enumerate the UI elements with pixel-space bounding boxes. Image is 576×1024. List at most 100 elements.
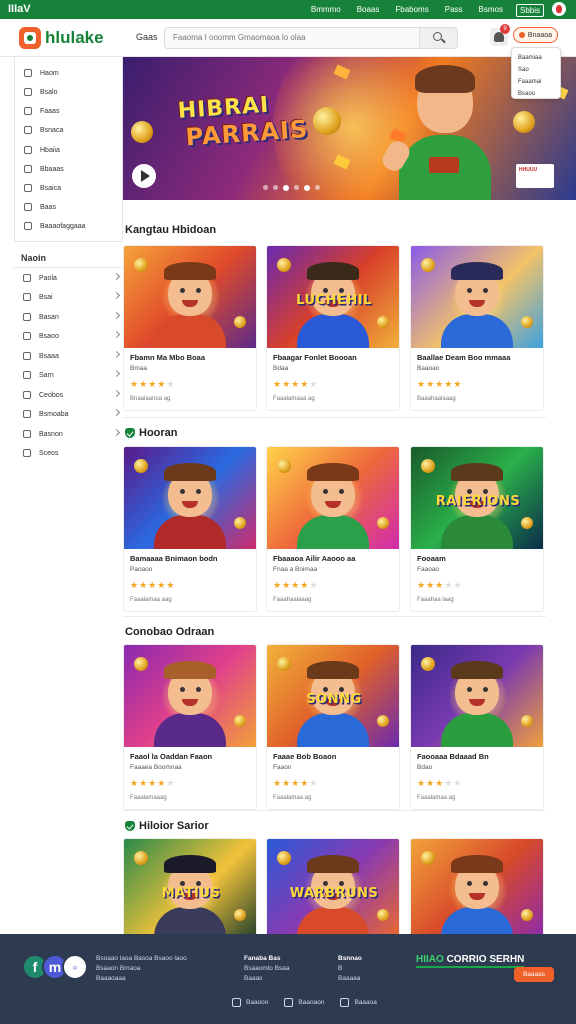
game-card[interactable]: Bamaaaa Bnimaon bodn Paoaoo ★★★★★ Faaalamaa… xyxy=(123,446,257,612)
carousel-dot[interactable] xyxy=(263,185,268,190)
footer-about: Bsoaao laoa Basoa Bsaoo laoo Bsaaon Bmao… xyxy=(96,954,187,984)
footer-cta-button[interactable]: Baaaas xyxy=(514,967,554,982)
sidebar-item[interactable]: Hbaiia xyxy=(24,141,60,159)
footer-link[interactable]: Baaaaa xyxy=(338,974,362,984)
category-icon xyxy=(23,352,31,360)
logo[interactable]: hlulake xyxy=(19,27,104,49)
footer-bottom-link[interactable]: Baaoaon xyxy=(284,998,324,1007)
category-item[interactable]: Paola xyxy=(23,270,121,286)
category-item[interactable]: Bsaoo xyxy=(23,328,121,344)
hero-title: HIBRAI PARRAIS xyxy=(177,91,309,159)
game-thumbnail[interactable] xyxy=(411,839,543,941)
game-thumbnail[interactable]: LUCHEHIL xyxy=(267,246,399,348)
footer-bottom-link[interactable]: Baaaoa xyxy=(340,998,377,1007)
star-icon: ★ xyxy=(453,580,463,590)
game-title[interactable]: Fbaaaoa Ailir Aaooo aa xyxy=(273,554,395,563)
category-item[interactable]: Bsai xyxy=(23,289,121,305)
game-meta: Faaalamaaa ag xyxy=(273,396,315,402)
footer-bottom-link[interactable]: Baaooo xyxy=(232,998,268,1007)
sidebar-item[interactable]: Bsalo xyxy=(24,83,58,101)
category-item[interactable]: Bsmoaba xyxy=(23,406,121,422)
category-label: Basnon xyxy=(39,430,63,438)
hero-tag[interactable]: HHUUU xyxy=(516,164,554,188)
game-thumbnail[interactable] xyxy=(124,645,256,747)
sidebar-item[interactable]: Bsnaca xyxy=(24,121,63,139)
sidebar-item[interactable]: Haom xyxy=(24,64,59,82)
game-thumbnail[interactable] xyxy=(411,246,543,348)
game-card[interactable]: Fbamn Ma Mbo Boaa Bmaa ★★★★★ Bnaalaanoa ag xyxy=(123,245,257,411)
game-title[interactable]: Fooaam xyxy=(417,554,539,563)
game-card[interactable]: SONNG Faaae Bob Boaon Faaon ★★★★★ Faaalamaa … xyxy=(266,644,400,810)
game-title[interactable]: Bamaaaa Bnimaon bodn xyxy=(130,554,252,563)
top-link[interactable]: Bsmos xyxy=(476,4,506,17)
game-card[interactable]: RAIERIONS Fooaam Faaoao ★★★★★ Faaahaa laag xyxy=(410,446,544,612)
sidebar-item[interactable]: Baaaofaggaaa xyxy=(24,217,86,235)
carousel-dot[interactable] xyxy=(294,185,299,190)
game-thumbnail[interactable]: SONNG xyxy=(267,645,399,747)
top-link[interactable]: Fbaboms xyxy=(392,4,431,17)
category-item[interactable]: Basnon xyxy=(23,426,121,442)
footer-link[interactable]: B xyxy=(338,964,362,974)
sidebar-item[interactable]: Bbaaas xyxy=(24,160,64,178)
game-meta: Bnaalaanoa ag xyxy=(130,396,171,402)
top-link[interactable]: Pass xyxy=(442,4,466,17)
sidebar-item[interactable]: Bsaica xyxy=(24,179,61,197)
game-thumbnail[interactable] xyxy=(267,447,399,549)
sidebar-item[interactable]: Baas xyxy=(24,198,56,216)
play-icon[interactable] xyxy=(132,164,156,188)
footer-col1: Fanaba Bas Bsaaomlo Bsaa Baaas xyxy=(244,954,290,984)
games-nav-link[interactable]: Gaas xyxy=(136,32,158,42)
footer-link[interactable]: Baaas xyxy=(244,974,290,984)
game-thumbnail[interactable] xyxy=(411,645,543,747)
dropdown-item[interactable]: Faaamai xyxy=(518,76,554,88)
game-title[interactable]: Faaol la Oaddan Faaon xyxy=(130,752,252,761)
search-icon xyxy=(433,32,442,41)
game-thumbnail[interactable]: WARBRUNS xyxy=(267,839,399,941)
game-thumbnail[interactable] xyxy=(124,447,256,549)
top-link[interactable]: Boaas xyxy=(354,4,383,17)
footer-link[interactable]: Bsaaomlo Bsaa xyxy=(244,964,290,974)
shield-check-icon xyxy=(125,821,135,831)
star-rating: ★★★★★ xyxy=(130,580,175,591)
character-hair xyxy=(164,262,216,280)
game-thumbnail[interactable]: MATIUS xyxy=(124,839,256,941)
category-item[interactable]: Basan xyxy=(23,309,121,325)
game-title[interactable]: Fbamn Ma Mbo Boaa xyxy=(130,353,252,362)
avatar[interactable] xyxy=(552,2,566,16)
dropdown-item[interactable]: Baamiaa xyxy=(518,52,554,64)
game-title[interactable]: Faaae Bob Boaon xyxy=(273,752,395,761)
game-thumbnail[interactable] xyxy=(124,246,256,348)
category-item[interactable]: Bsaaa xyxy=(23,348,121,364)
search-button[interactable] xyxy=(419,28,457,48)
game-title[interactable]: Faooaaa Bdaaad Bn xyxy=(417,752,539,761)
category-item[interactable]: Ceobos xyxy=(23,387,121,403)
sidebar-item[interactable]: Faaas xyxy=(24,102,59,120)
category-item[interactable]: Sceos xyxy=(23,445,119,461)
login-button[interactable]: Bnaaoa xyxy=(513,27,558,43)
game-card[interactable]: Faaol la Oaddan Faaon Faaaea Boomnaa ★★★★★… xyxy=(123,644,257,810)
carousel-dot[interactable] xyxy=(315,185,320,190)
category-item[interactable]: Sarn xyxy=(23,367,121,383)
hero-banner[interactable]: HIBRAI PARRAIS HHUUU xyxy=(123,57,576,200)
game-title[interactable]: Fbaagar Fonlet Boooan xyxy=(273,353,395,362)
top-link[interactable]: Bmmmo xyxy=(308,4,344,17)
section-title-text: Conobao Odraan xyxy=(125,626,215,638)
game-card[interactable]: Fbaaaoa Ailir Aaooo aa Fnaa a Bnimaa ★★★★★… xyxy=(266,446,400,612)
carousel-dot[interactable] xyxy=(273,185,278,190)
messenger-icon[interactable]: ◦ xyxy=(62,954,88,980)
dropdown-item[interactable]: Bsaoo xyxy=(518,88,554,100)
carousel-dots[interactable] xyxy=(263,185,320,191)
search-input[interactable]: Faaoma I ooomm Gmaomaoa lo olaa xyxy=(164,27,458,49)
dropdown-item[interactable]: Sao xyxy=(518,64,554,76)
game-card[interactable]: LUCHEHIL Fbaagar Fonlet Boooan Bdaa ★★★★★ Fa… xyxy=(266,245,400,411)
carousel-dot-active[interactable] xyxy=(283,185,289,191)
sidebar-categories: Naoin Paola Bsai Basan Bsaoo Bsaaa Sarn … xyxy=(14,247,123,467)
menu-icon xyxy=(24,146,32,154)
game-card[interactable]: Faooaaa Bdaaad Bn Bdao ★★★★★ Faaalamaa ag xyxy=(410,644,544,810)
game-card[interactable]: Baallae Deam Boo mmaaa Baaoao ★★★★★ Baaahaa… xyxy=(410,245,544,411)
game-title[interactable]: Baallae Deam Boo mmaaa xyxy=(417,353,539,362)
game-thumbnail[interactable]: RAIERIONS xyxy=(411,447,543,549)
top-link-boxed[interactable]: Sbbis xyxy=(515,4,544,17)
top-links: Bmmmo Boaas Fbaboms Pass Bsmos Sbbis xyxy=(308,4,544,17)
carousel-dot-active[interactable] xyxy=(304,185,310,191)
